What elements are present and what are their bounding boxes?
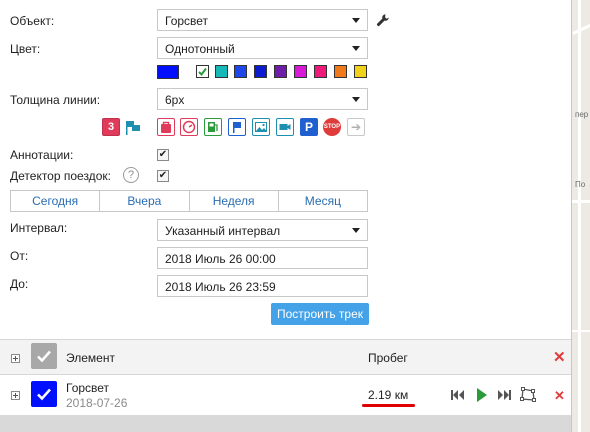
delete-row-icon[interactable]: ✕ bbox=[554, 388, 565, 403]
line-width-value: 6px bbox=[165, 93, 185, 107]
stop-glyph: STOP bbox=[323, 124, 341, 130]
camera-icon[interactable] bbox=[276, 118, 294, 136]
interval-value: Указанный интервал bbox=[165, 224, 281, 238]
blue-flag-icon[interactable] bbox=[228, 118, 246, 136]
annotations-checkbox[interactable]: ✔ bbox=[157, 149, 169, 161]
line-width-label: Толщина линии: bbox=[10, 93, 101, 107]
bag-glyph bbox=[161, 121, 171, 133]
map-label: По bbox=[575, 180, 586, 189]
delete-all-icon[interactable]: ✕ bbox=[553, 350, 566, 365]
image-glyph bbox=[255, 122, 267, 132]
checkmark-icon bbox=[37, 388, 51, 401]
polygon-route-icon[interactable] bbox=[519, 386, 537, 404]
map-road bbox=[572, 24, 590, 35]
color-swatch-yellow[interactable] bbox=[354, 65, 367, 78]
stop-icon[interactable]: STOP bbox=[323, 118, 341, 136]
mileage-underline bbox=[362, 404, 415, 407]
parking-glyph: P bbox=[304, 120, 313, 134]
gauge-icon[interactable] bbox=[180, 118, 198, 136]
interval-label: Интервал: bbox=[10, 221, 68, 235]
map-label: пер bbox=[575, 110, 589, 119]
help-glyph: ? bbox=[127, 169, 135, 181]
build-track-button[interactable]: Построить трек bbox=[271, 303, 369, 325]
header-element: Элемент bbox=[66, 351, 115, 365]
to-datetime-input[interactable]: 2018 Июль 26 23:59 bbox=[157, 275, 368, 297]
row-mileage: 2.19 км bbox=[368, 388, 409, 402]
checkmark-icon bbox=[37, 350, 51, 363]
trip-detector-checkbox[interactable]: ✔ bbox=[157, 170, 169, 182]
wrench-icon[interactable] bbox=[376, 13, 390, 27]
from-datetime-value: 2018 Июль 26 00:00 bbox=[165, 252, 276, 266]
map-road bbox=[572, 200, 590, 203]
parking-icon[interactable]: P bbox=[300, 118, 318, 136]
tab-month[interactable]: Месяц bbox=[279, 191, 367, 211]
fuel-glyph bbox=[208, 122, 218, 132]
row-name: Горсвет bbox=[66, 381, 110, 395]
color-swatch-magenta[interactable] bbox=[294, 65, 307, 78]
chevron-down-icon bbox=[352, 97, 360, 102]
color-swatch-purple[interactable] bbox=[274, 65, 287, 78]
color-swatch-blue[interactable] bbox=[234, 65, 247, 78]
flag-icon[interactable] bbox=[124, 118, 142, 136]
skip-back-icon[interactable] bbox=[451, 390, 465, 400]
from-label: От: bbox=[10, 249, 29, 263]
chevron-down-icon bbox=[352, 46, 360, 51]
help-icon[interactable]: ? bbox=[123, 167, 139, 183]
tab-yesterday[interactable]: Вчера bbox=[100, 191, 190, 211]
checkmark-icon bbox=[198, 67, 207, 77]
gauge-glyph bbox=[182, 120, 196, 134]
number-3-glyph: 3 bbox=[107, 121, 115, 133]
skip-forward-icon[interactable] bbox=[497, 390, 511, 400]
track-panel: Объект: Горсвет Цвет: Однотонный Толщина… bbox=[0, 0, 571, 432]
line-width-select[interactable]: 6px bbox=[157, 88, 368, 110]
play-icon[interactable] bbox=[476, 388, 488, 402]
trip-detector-label: Детектор поездок: bbox=[10, 169, 111, 183]
color-swatch-pink[interactable] bbox=[314, 65, 327, 78]
color-swatch-navy[interactable] bbox=[254, 65, 267, 78]
arrow-right-glyph: ➔ bbox=[350, 120, 362, 134]
interval-select[interactable]: Указанный интервал bbox=[157, 219, 368, 241]
tab-week[interactable]: Неделя bbox=[190, 191, 279, 211]
camera-glyph bbox=[279, 124, 291, 130]
row-checkbox[interactable] bbox=[31, 381, 57, 407]
tab-today[interactable]: Сегодня bbox=[11, 191, 101, 211]
table-row[interactable]: Горсвет 2018-07-26 2.19 км ✕ bbox=[0, 376, 571, 415]
object-select-value: Горсвет bbox=[165, 14, 209, 28]
to-datetime-value: 2018 Июль 26 23:59 bbox=[165, 280, 276, 294]
row-date: 2018-07-26 bbox=[66, 396, 128, 410]
from-datetime-input[interactable]: 2018 Июль 26 00:00 bbox=[157, 247, 368, 269]
bag-icon[interactable] bbox=[157, 118, 175, 136]
map-road bbox=[578, 0, 581, 432]
period-tabs: Сегодня Вчера Неделя Месяц bbox=[10, 190, 368, 212]
image-icon[interactable] bbox=[252, 118, 270, 136]
fuel-icon[interactable] bbox=[204, 118, 222, 136]
current-color-swatch[interactable] bbox=[157, 65, 179, 79]
chevron-down-icon bbox=[352, 18, 360, 23]
chevron-down-icon bbox=[352, 228, 360, 233]
annotations-label: Аннотации: bbox=[10, 148, 74, 162]
color-mode-select[interactable]: Однотонный bbox=[157, 37, 368, 59]
bottom-gray-area bbox=[0, 415, 571, 432]
expand-row-icon[interactable] bbox=[11, 391, 20, 400]
color-mode-value: Однотонный bbox=[165, 42, 235, 56]
object-label: Объект: bbox=[10, 14, 55, 28]
expand-all-icon[interactable] bbox=[11, 354, 20, 363]
color-swatch-selected[interactable] bbox=[196, 65, 209, 78]
color-swatch-orange[interactable] bbox=[334, 65, 347, 78]
object-select[interactable]: Горсвет bbox=[157, 9, 368, 31]
map-road bbox=[572, 330, 590, 332]
select-all-checkbox[interactable] bbox=[31, 343, 57, 369]
to-label: До: bbox=[10, 277, 29, 291]
map-strip[interactable]: пер По bbox=[571, 0, 590, 432]
color-label: Цвет: bbox=[10, 42, 41, 56]
number-3-icon[interactable]: 3 bbox=[102, 118, 120, 136]
arrow-right-icon[interactable]: ➔ bbox=[347, 118, 365, 136]
table-header: Элемент Пробег ✕ bbox=[0, 339, 571, 375]
header-mileage: Пробег bbox=[368, 351, 408, 365]
blue-flag-glyph bbox=[233, 122, 241, 133]
color-swatch-teal[interactable] bbox=[215, 65, 228, 78]
